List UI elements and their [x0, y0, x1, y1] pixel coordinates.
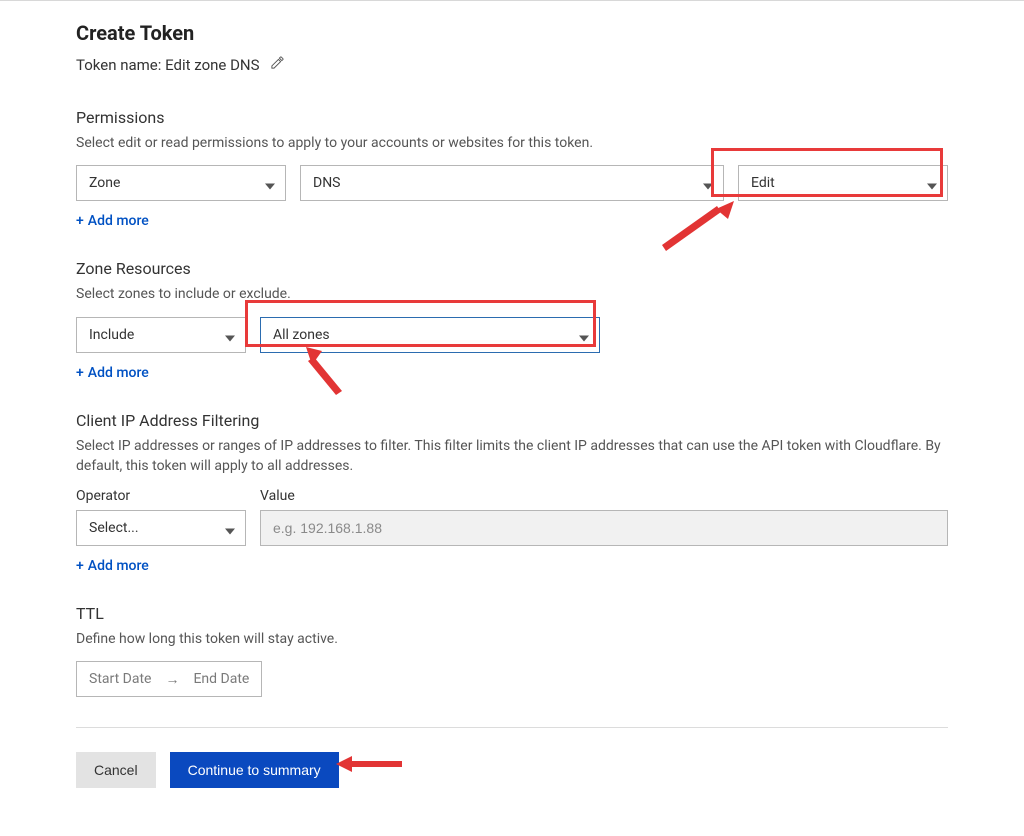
- value-label: Value: [260, 488, 295, 504]
- zone-resources-mode-select[interactable]: Include: [76, 317, 246, 353]
- zone-resources-heading: Zone Resources: [76, 259, 948, 278]
- edit-pencil-icon[interactable]: [270, 55, 285, 74]
- continue-to-summary-button[interactable]: Continue to summary: [170, 752, 339, 788]
- zone-resources-add-more-link[interactable]: + Add more: [76, 365, 149, 381]
- operator-label: Operator: [76, 488, 246, 504]
- page-title: Create Token: [76, 21, 948, 45]
- chevron-down-icon: [225, 331, 235, 341]
- zone-resources-subtext: Select zones to include or exclude.: [76, 284, 948, 304]
- permissions-scope-select[interactable]: Zone: [76, 165, 286, 201]
- ip-filtering-add-more-link[interactable]: + Add more: [76, 558, 149, 574]
- ttl-heading: TTL: [76, 604, 948, 623]
- ttl-subtext: Define how long this token will stay act…: [76, 629, 948, 649]
- chevron-down-icon: [703, 180, 713, 190]
- ttl-start-date: Start Date: [89, 671, 151, 687]
- chevron-down-icon: [225, 525, 235, 535]
- divider: [76, 727, 948, 728]
- plus-icon: +: [76, 365, 84, 381]
- zone-resources-selection-select[interactable]: All zones: [260, 317, 600, 353]
- permissions-heading: Permissions: [76, 108, 948, 127]
- token-name-label: Token name: Edit zone DNS: [76, 56, 260, 74]
- permissions-add-more-link[interactable]: + Add more: [76, 213, 149, 229]
- ttl-end-date: End Date: [193, 671, 249, 687]
- chevron-down-icon: [265, 180, 275, 190]
- chevron-down-icon: [927, 180, 937, 190]
- ttl-date-range[interactable]: Start Date → End Date: [76, 661, 262, 697]
- permissions-access-select[interactable]: Edit: [738, 165, 948, 201]
- permissions-subtext: Select edit or read permissions to apply…: [76, 133, 948, 153]
- ip-filtering-subtext: Select IP addresses or ranges of IP addr…: [76, 436, 948, 477]
- ip-operator-select[interactable]: Select...: [76, 510, 246, 546]
- arrow-right-icon: →: [165, 671, 179, 688]
- chevron-down-icon: [579, 331, 589, 341]
- permissions-resource-select[interactable]: DNS: [300, 165, 724, 201]
- ip-value-input[interactable]: [260, 510, 948, 546]
- plus-icon: +: [76, 558, 84, 574]
- plus-icon: +: [76, 213, 84, 229]
- cancel-button[interactable]: Cancel: [76, 752, 156, 788]
- ip-filtering-heading: Client IP Address Filtering: [76, 411, 948, 430]
